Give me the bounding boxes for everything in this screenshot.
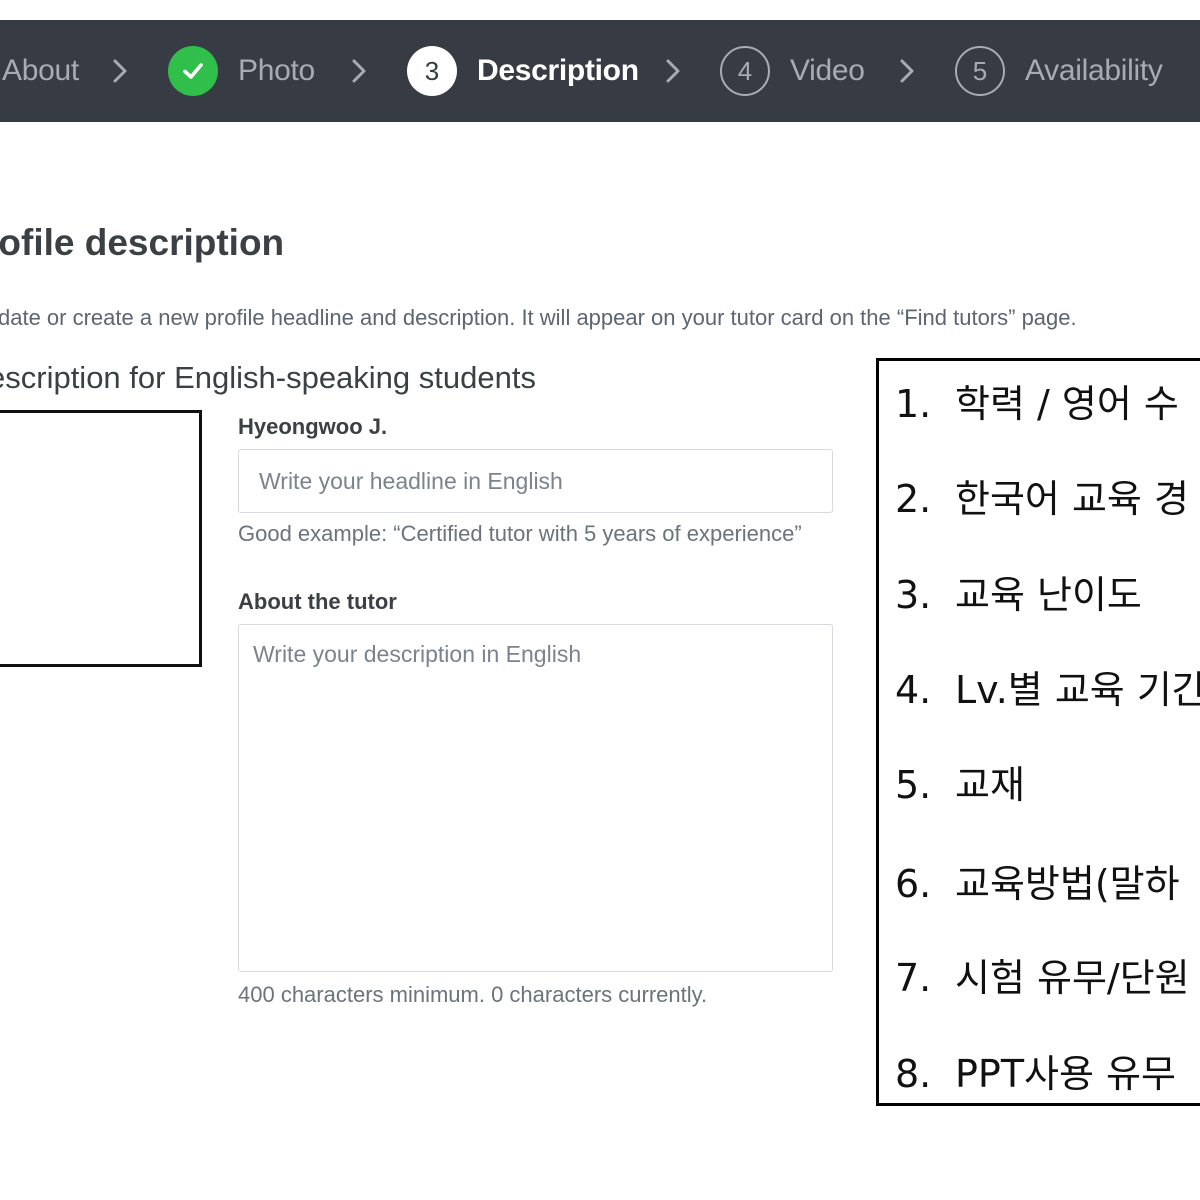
section-title: escription for English-speaking students [0,360,536,395]
note-text: 교육방법(말하 [955,862,1180,906]
headline-hint: Good example: “Certified tutor with 5 ye… [238,521,802,546]
check-icon [168,46,218,96]
chevron-right-icon [110,20,130,122]
note-item: 5. 교재 [895,754,1025,809]
progress-stepper: About Photo 3 Description 4 Video 5 Avai… [0,20,1200,122]
note-text: 시험 유무/단원 [955,956,1190,1000]
note-item: 2. 한국어 교육 경 [895,468,1189,523]
step-number-4: 4 [720,46,770,96]
about-tutor-label: About the tutor [238,589,397,614]
step-description[interactable]: 3 Description [407,20,639,122]
note-number: 5. [895,763,932,807]
note-text: Lv.별 교육 기간 [955,668,1200,712]
note-number: 3. [895,573,932,617]
tutor-name-label: Hyeongwoo J. [238,414,388,439]
note-number: 1. [895,382,932,426]
note-item: 3. 교육 난이도 [895,564,1142,619]
page-title: rofile description [0,222,285,263]
annotation-note-box: 1. 학력 / 영어 수 2. 한국어 교육 경 3. 교육 난이도 4. Lv.별 교… [876,358,1200,1106]
note-number: 2. [895,477,932,521]
chevron-right-icon [349,20,369,122]
note-number: 6. [895,862,932,906]
about-tutor-textarea[interactable] [238,624,833,972]
headline-input[interactable] [238,449,833,513]
page-subtitle: date or create a new profile headline an… [0,305,1077,330]
note-number: 7. [895,956,932,1000]
note-item: 8. PPT사용 유무 [895,1043,1176,1098]
note-text: 교재 [955,763,1025,807]
character-counter: 400 characters minimum. 0 characters cur… [238,982,708,1007]
chevron-right-icon [663,20,683,122]
step-about[interactable]: About [2,20,79,122]
note-item: 7. 시험 유무/단원 [895,947,1190,1002]
note-item: 4. Lv.별 교육 기간 [895,659,1200,714]
note-text: 교육 난이도 [955,573,1142,617]
note-item: 1. 학력 / 영어 수 [895,373,1179,428]
step-availability-label: Availability [1025,54,1163,87]
step-video[interactable]: 4 Video [720,20,865,122]
note-number: 8. [895,1052,932,1096]
note-text: PPT사용 유무 [955,1052,1176,1096]
note-text: 학력 / 영어 수 [955,382,1179,426]
step-photo[interactable]: Photo [168,20,315,122]
step-number-5: 5 [955,46,1005,96]
step-photo-label: Photo [238,54,315,87]
step-video-label: Video [790,54,865,87]
note-text: 한국어 교육 경 [955,477,1189,521]
step-about-label: About [2,54,79,87]
profile-photo-placeholder [0,410,202,667]
step-number-3: 3 [407,46,457,96]
chevron-right-icon [897,20,917,122]
step-description-label: Description [477,54,639,87]
note-number: 4. [895,668,932,712]
step-availability[interactable]: 5 Availability [955,20,1163,122]
note-item: 6. 교육방법(말하 [895,853,1180,908]
